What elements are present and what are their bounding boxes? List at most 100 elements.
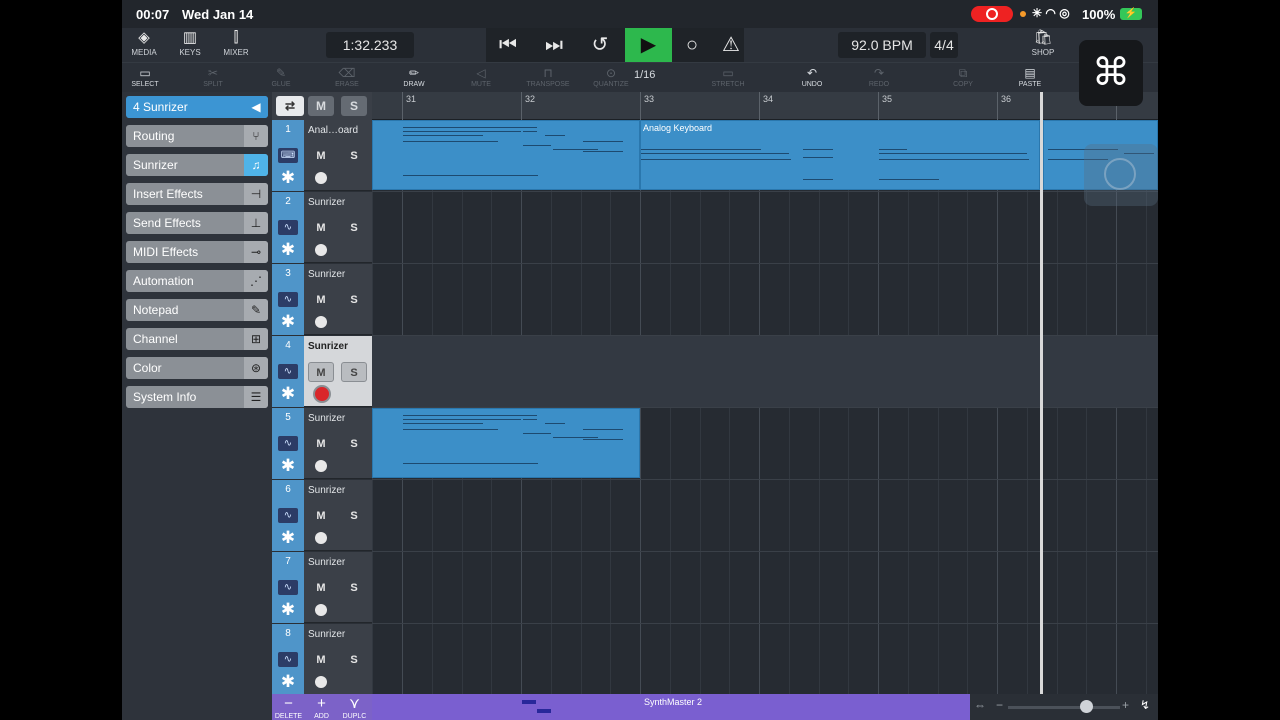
- mute-button[interactable]: M: [308, 434, 334, 454]
- arrangement-view[interactable]: 31 32 33 34 35 36 Analog Keyboard: [372, 92, 1158, 694]
- inspector-automation[interactable]: Automation ⋰: [126, 270, 268, 292]
- transpose-tool[interactable]: ⊓ TRANSPOSE: [523, 66, 573, 88]
- mute-tool[interactable]: ◁ MUTE: [456, 66, 506, 88]
- mute-button[interactable]: M: [308, 290, 334, 310]
- freeze-icon[interactable]: ✱: [272, 240, 304, 260]
- mute-button[interactable]: M: [308, 146, 334, 166]
- global-solo-button[interactable]: S: [341, 96, 367, 116]
- zoom-in-icon[interactable]: +: [1122, 698, 1129, 712]
- record-arm-button[interactable]: [315, 316, 327, 328]
- keys-button[interactable]: ▥ KEYS: [170, 28, 210, 57]
- inspector-channel[interactable]: Channel ⊞: [126, 328, 268, 350]
- track-2[interactable]: 2 ∿ ✱ Sunrizer M S: [272, 192, 372, 263]
- fit-icon[interactable]: ⇔: [974, 698, 986, 712]
- track-7[interactable]: 7 ∿ ✱ Sunrizer M S: [272, 552, 372, 623]
- floating-control[interactable]: [1084, 144, 1158, 206]
- draw-tool[interactable]: ✏ DRAW: [389, 66, 439, 88]
- solo-button[interactable]: S: [341, 578, 367, 598]
- solo-button[interactable]: S: [341, 218, 367, 238]
- record-arm-button[interactable]: [315, 532, 327, 544]
- delete-track-button[interactable]: − DELETE: [272, 694, 305, 720]
- solo-button[interactable]: S: [341, 290, 367, 310]
- duplicate-icon: ⋎: [349, 695, 360, 712]
- freeze-icon[interactable]: ✱: [272, 384, 304, 404]
- metronome-button[interactable]: ⚠: [718, 28, 744, 62]
- mixer-button[interactable]: ⫿ MIXER: [216, 28, 256, 57]
- track-8[interactable]: 8 ∿ ✱ Sunrizer M S: [272, 624, 372, 695]
- inspector-send-effects[interactable]: Send Effects ⊥: [126, 212, 268, 234]
- solo-button[interactable]: S: [341, 146, 367, 166]
- zoom-knob[interactable]: [1080, 700, 1093, 713]
- inspector-track-title[interactable]: 4 Sunrizer ◀: [126, 96, 268, 118]
- add-track-button[interactable]: + ADD: [305, 694, 338, 720]
- mute-button[interactable]: M: [308, 650, 334, 670]
- inspector-insert-effects[interactable]: Insert Effects ⊣: [126, 183, 268, 205]
- duplicate-track-button[interactable]: ⋎ DUPLC: [338, 694, 371, 720]
- mute-button[interactable]: M: [308, 362, 334, 382]
- track-options-icon[interactable]: ⇄: [276, 96, 304, 116]
- freeze-icon[interactable]: ✱: [272, 168, 304, 188]
- copy-button[interactable]: ⧉ COPY: [938, 66, 988, 88]
- track-1[interactable]: 1 ⌨ ✱ Anal…oard M S: [272, 120, 372, 191]
- inspector-instrument[interactable]: Sunrizer ♫: [126, 154, 268, 176]
- select-tool[interactable]: ▭ SELECT: [122, 66, 170, 88]
- snap-icon[interactable]: ↯: [1140, 698, 1150, 712]
- track-6[interactable]: 6 ∿ ✱ Sunrizer M S: [272, 480, 372, 551]
- freeze-icon[interactable]: ✱: [272, 456, 304, 476]
- signature-display[interactable]: 4/4: [930, 32, 958, 58]
- freeze-icon[interactable]: ✱: [272, 312, 304, 332]
- shop-button[interactable]: 🛍 SHOP: [1023, 28, 1063, 57]
- track-5[interactable]: 5 ∿ ✱ Sunrizer M S: [272, 408, 372, 479]
- quantize-tool[interactable]: ⊙ QUANTIZE: [586, 66, 636, 88]
- inspector-system-info[interactable]: System Info ☰: [126, 386, 268, 408]
- record-button[interactable]: ○: [672, 28, 712, 62]
- stretch-tool[interactable]: ▭ STRETCH: [703, 66, 753, 88]
- quantize-value[interactable]: 1/16: [634, 69, 655, 81]
- freeze-icon[interactable]: ✱: [272, 600, 304, 620]
- inspector-notepad[interactable]: Notepad ✎: [126, 299, 268, 321]
- midi-region-1[interactable]: [372, 120, 640, 190]
- tempo-display[interactable]: 92.0 BPM: [838, 32, 926, 58]
- midi-region-analog-keyboard[interactable]: Analog Keyboard: [640, 120, 1040, 190]
- record-arm-button[interactable]: [315, 172, 327, 184]
- record-arm-button[interactable]: [315, 676, 327, 688]
- zoom-out-icon[interactable]: −: [996, 698, 1003, 712]
- mute-button[interactable]: M: [308, 578, 334, 598]
- track-4-selected[interactable]: 4 ∿ ✱ Sunrizer M S: [272, 336, 372, 407]
- position-display[interactable]: 1:32.233: [326, 32, 414, 58]
- global-mute-button[interactable]: M: [308, 96, 334, 116]
- record-arm-button[interactable]: [315, 604, 327, 616]
- inspector-midi-effects[interactable]: MIDI Effects ⊸: [126, 241, 268, 263]
- split-tool[interactable]: ✂ SPLIT: [188, 66, 238, 88]
- track-3[interactable]: 3 ∿ ✱ Sunrizer M S: [272, 264, 372, 335]
- play-button[interactable]: ▶: [625, 28, 672, 62]
- rewind-button[interactable]: ⏮: [488, 28, 528, 62]
- solo-button[interactable]: S: [341, 650, 367, 670]
- midi-region-5[interactable]: [372, 408, 640, 478]
- glue-tool[interactable]: ✎ GLUE: [256, 66, 306, 88]
- freeze-icon[interactable]: ✱: [272, 672, 304, 692]
- solo-button[interactable]: S: [341, 506, 367, 526]
- synthmaster-region[interactable]: SynthMaster 2: [372, 694, 970, 720]
- inspector-color[interactable]: Color ⊛: [126, 357, 268, 379]
- forward-button[interactable]: ⏭: [534, 28, 574, 62]
- playhead[interactable]: [1040, 92, 1043, 694]
- freeze-icon[interactable]: ✱: [272, 528, 304, 548]
- mute-button[interactable]: M: [308, 218, 334, 238]
- cycle-button[interactable]: ↺: [580, 28, 620, 62]
- paste-button[interactable]: ▤ PASTE: [1005, 66, 1055, 88]
- record-arm-button[interactable]: [315, 460, 327, 472]
- screen-recording-icon[interactable]: [971, 6, 1013, 22]
- redo-button[interactable]: ↷ REDO: [854, 66, 904, 88]
- inspector-routing[interactable]: Routing ⑂: [126, 125, 268, 147]
- media-button[interactable]: ◈ MEDIA: [124, 28, 164, 57]
- mute-button[interactable]: M: [308, 506, 334, 526]
- undo-button[interactable]: ↶ UNDO: [787, 66, 837, 88]
- record-arm-button[interactable]: [315, 244, 327, 256]
- zoom-slider[interactable]: ⇔ − + ↯: [970, 694, 1158, 720]
- erase-tool[interactable]: ⌫ ERASE: [322, 66, 372, 88]
- solo-button[interactable]: S: [341, 362, 367, 382]
- solo-button[interactable]: S: [341, 434, 367, 454]
- record-arm-button[interactable]: [313, 385, 331, 403]
- collapse-arrow-icon[interactable]: ◀: [244, 96, 268, 118]
